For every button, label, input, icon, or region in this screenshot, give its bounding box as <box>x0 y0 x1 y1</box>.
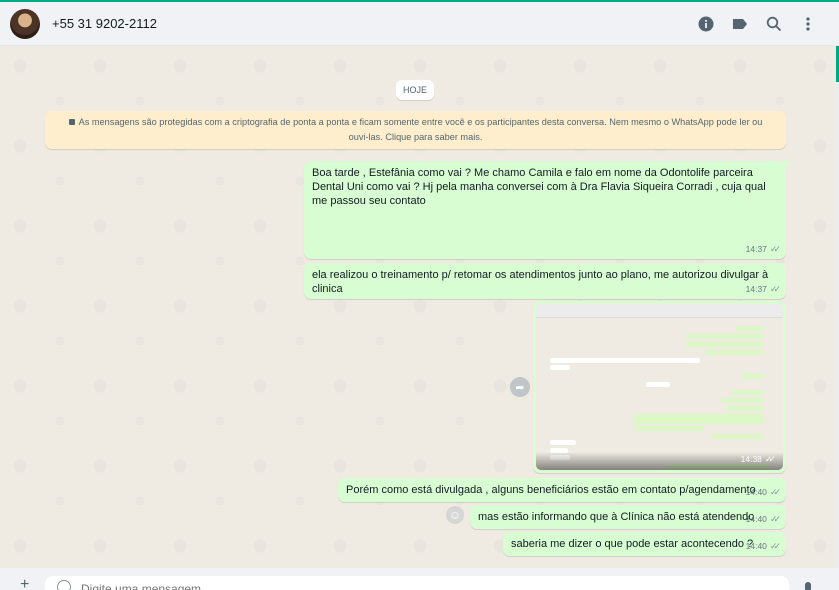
composer-bar: + <box>0 568 839 590</box>
message-meta: 14:40 ✓✓ <box>745 485 781 499</box>
mic-icon[interactable] <box>805 582 811 590</box>
header-actions <box>689 7 825 41</box>
message-bubble[interactable]: Porém como está divulgada , alguns benef… <box>338 478 786 502</box>
message-meta: 14:37 ✓✓ <box>745 242 781 256</box>
bubble-tail <box>784 161 792 169</box>
message-meta: 14:40 ✓✓ <box>745 512 781 526</box>
message-text: Porém como está divulgada , alguns benef… <box>346 484 756 496</box>
read-ticks-icon: ✓✓ <box>769 487 781 497</box>
avatar[interactable] <box>10 8 40 39</box>
contact-name[interactable]: +55 31 9202-2112 <box>52 16 157 31</box>
lock-icon <box>68 119 75 125</box>
message-time: 14:40 <box>745 514 767 524</box>
message-input[interactable] <box>81 582 681 590</box>
encryption-notice[interactable]: As mensagens são protegidas com a cripto… <box>45 111 786 149</box>
read-ticks-icon: ✓✓ <box>769 244 781 254</box>
smiley-icon: ☺ <box>448 508 462 522</box>
message-meta: 14:37 ✓✓ <box>745 282 781 296</box>
screenshot-thumbnail[interactable]: 14:38 ✓✓ <box>536 304 783 470</box>
message-text: saberia me dizer o que pode estar aconte… <box>511 538 754 550</box>
read-ticks-icon: ✓✓ <box>769 284 781 294</box>
read-ticks-icon: ✓✓ <box>764 454 776 464</box>
message-text: ela realizou o treinamento p/ retomar os… <box>312 269 769 295</box>
message-bubble[interactable]: ela realizou o treinamento p/ retomar os… <box>304 263 786 299</box>
thumbnail-body <box>536 318 783 470</box>
search-icon <box>766 16 782 31</box>
thumbnail-header <box>536 304 783 318</box>
message-meta: 14:40 ✓✓ <box>745 539 781 553</box>
message-bubble[interactable]: mas estão informando que à Clínica não e… <box>470 505 786 529</box>
message-meta: 14:38 ✓✓ <box>740 452 776 466</box>
react-emoji-button[interactable]: ☺ <box>446 506 464 524</box>
menu-button[interactable] <box>791 7 825 41</box>
message-text: Boa tarde , Estefânia como vai ? Me cham… <box>312 167 766 207</box>
forward-button[interactable]: ➦ <box>510 377 530 397</box>
attach-icon[interactable]: + <box>20 577 29 590</box>
read-ticks-icon: ✓✓ <box>769 541 781 551</box>
message-time: 14:37 <box>745 284 767 294</box>
label-icon <box>733 18 747 29</box>
message-bubble[interactable]: Boa tarde , Estefânia como vai ? Me cham… <box>304 161 792 259</box>
info-button[interactable] <box>689 7 723 41</box>
image-message[interactable]: 14:38 ✓✓ <box>533 301 786 473</box>
emoji-icon[interactable] <box>57 580 71 590</box>
chat-header: +55 31 9202-2112 <box>0 2 839 46</box>
message-time: 14:40 <box>745 487 767 497</box>
info-icon <box>698 16 714 31</box>
date-divider: HOJE <box>396 80 434 100</box>
label-button[interactable] <box>723 7 757 41</box>
message-time: 14:40 <box>745 541 767 551</box>
message-time: 14:37 <box>745 244 767 254</box>
menu-icon <box>806 16 810 31</box>
message-bubble[interactable]: saberia me dizer o que pode estar aconte… <box>503 532 786 556</box>
search-button[interactable] <box>757 7 791 41</box>
encryption-notice-text: As mensagens são protegidas com a cripto… <box>78 117 763 142</box>
read-ticks-icon: ✓✓ <box>769 514 781 524</box>
message-text: mas estão informando que à Clínica não e… <box>478 511 755 523</box>
message-composer[interactable] <box>45 576 789 590</box>
forward-icon: ➦ <box>515 381 525 394</box>
message-time: 14:38 <box>740 454 762 464</box>
